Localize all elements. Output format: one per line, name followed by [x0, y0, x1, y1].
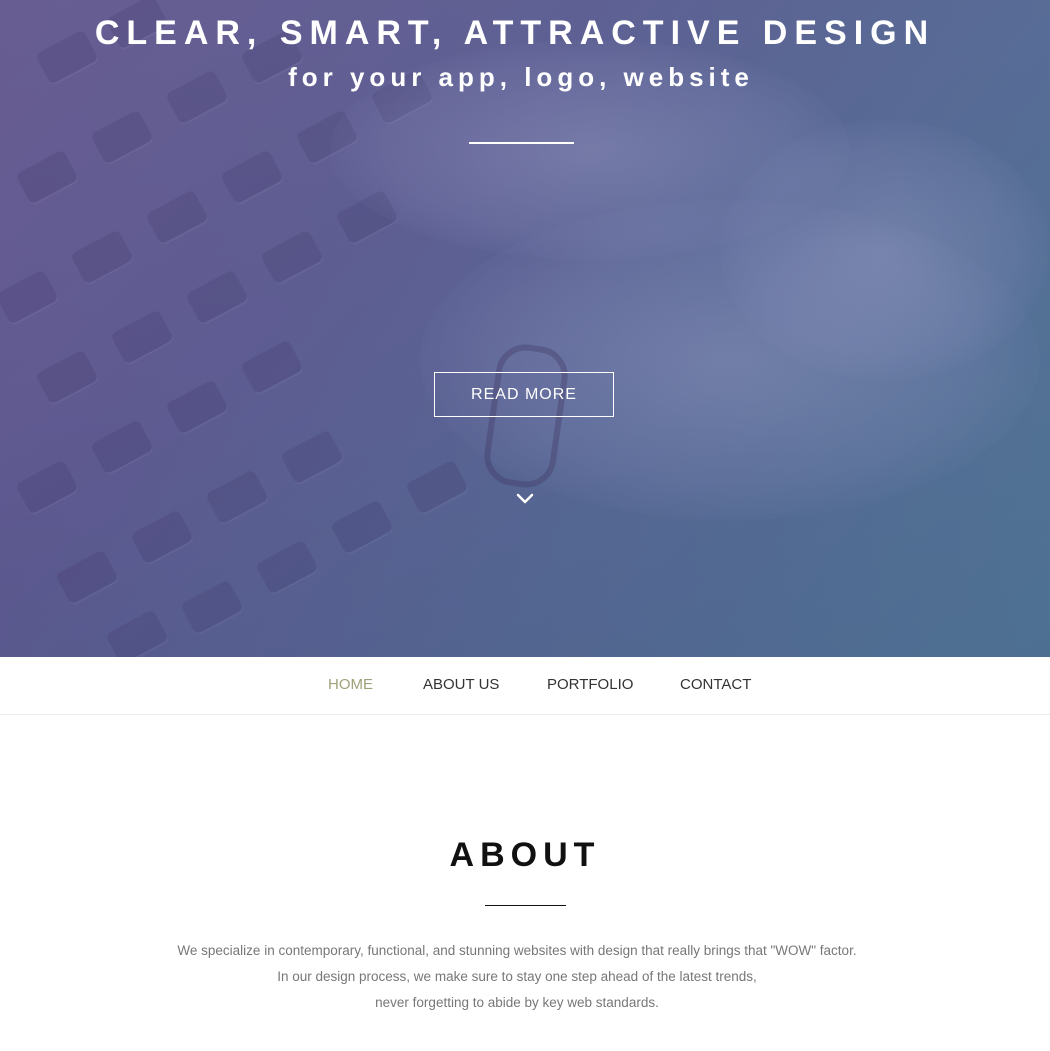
read-more-button[interactable]: READ MORE	[434, 372, 614, 417]
main-navigation: HOME ABOUT US PORTFOLIO CONTACT	[0, 657, 1050, 715]
about-line: never forgetting to abide by key web sta…	[375, 995, 659, 1010]
about-line: In our design process, we make sure to s…	[277, 969, 757, 984]
about-line: We specialize in contemporary, functiona…	[177, 943, 857, 958]
nav-item-about-us[interactable]: ABOUT US	[423, 676, 499, 693]
nav-item-contact[interactable]: CONTACT	[680, 676, 751, 693]
about-description: We specialize in contemporary, functiona…	[0, 938, 1034, 1016]
hero-subtitle: for your app, logo, website	[288, 62, 754, 92]
hero-color-overlay	[0, 0, 1050, 657]
hero-divider	[469, 142, 574, 144]
hero-section: CLEAR, SMART, ATTRACTIVE DESIGN for your…	[0, 0, 1050, 657]
about-divider	[485, 905, 566, 906]
about-title: ABOUT	[449, 836, 601, 874]
nav-item-portfolio[interactable]: PORTFOLIO	[547, 676, 633, 693]
hero-title: CLEAR, SMART, ATTRACTIVE DESIGN	[94, 14, 936, 52]
nav-item-home[interactable]: HOME	[328, 676, 373, 693]
chevron-down-icon[interactable]	[515, 490, 535, 506]
